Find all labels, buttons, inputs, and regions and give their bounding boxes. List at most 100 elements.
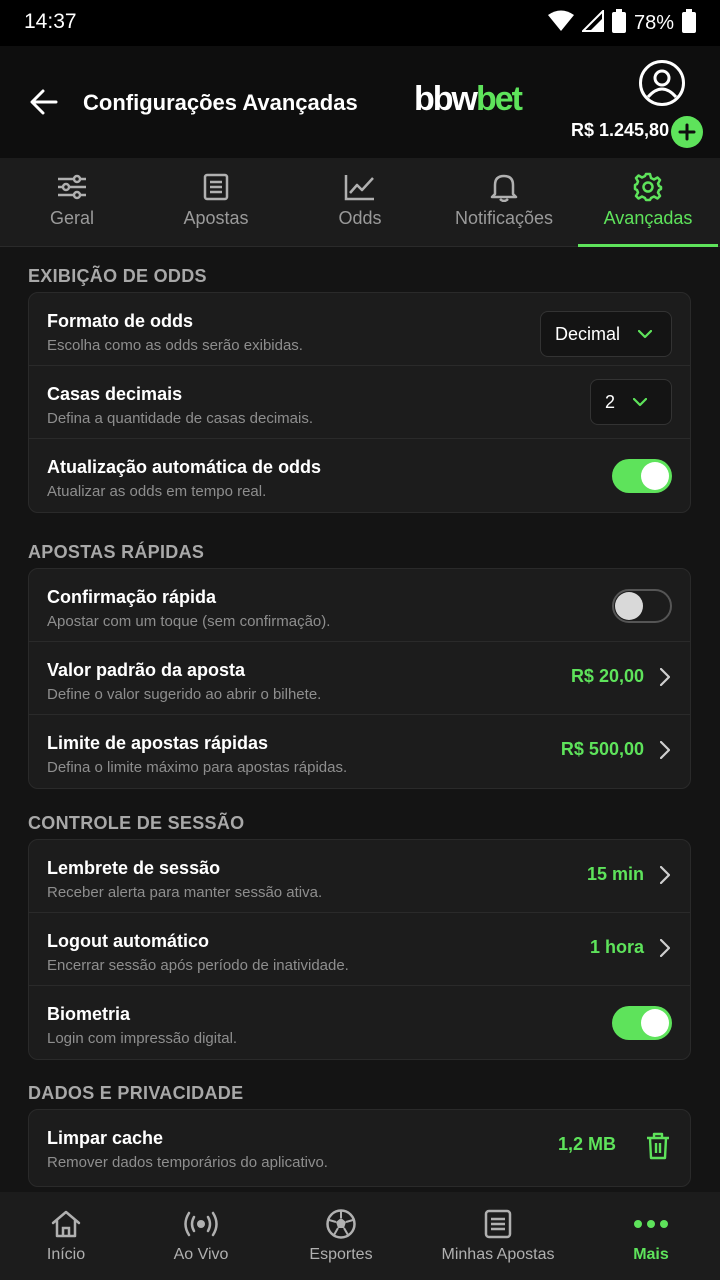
bottom-navigation: Início Ao Vivo Esportes Minhas Apostas M… — [0, 1192, 720, 1280]
arrow-left-icon — [30, 89, 58, 115]
sliders-icon — [57, 172, 87, 202]
section-title-odds: EXIBIÇÃO DE ODDS — [28, 266, 207, 286]
list-icon — [203, 172, 229, 202]
trash-icon[interactable] — [646, 1132, 670, 1165]
gear-icon — [633, 172, 663, 202]
soccer-ball-icon — [325, 1208, 357, 1240]
setting-description: Define o valor sugerido ao abrir o bilhe… — [47, 686, 322, 703]
chevron-right-icon — [659, 740, 671, 764]
signal-icon — [580, 8, 604, 37]
live-icon — [183, 1208, 219, 1240]
tab-odds[interactable]: Odds — [288, 158, 432, 246]
quick-confirm-toggle[interactable] — [612, 589, 672, 623]
bell-icon — [490, 172, 518, 202]
tab-label: Apostas — [183, 208, 249, 228]
nav-label: Mais — [633, 1246, 669, 1263]
nav-mais[interactable]: Mais — [606, 1192, 696, 1280]
setting-value: 1 hora — [589, 937, 644, 957]
setting-value: R$ 20,00 — [570, 666, 644, 686]
tab-label: Notificações — [454, 208, 554, 228]
toggle-knob — [615, 592, 643, 620]
setting-description: Defina a quantidade de casas decimais. — [47, 410, 314, 427]
section-title-privacy: DADOS E PRIVACIDADE — [28, 1083, 244, 1103]
tab-label: Avançadas — [603, 208, 693, 228]
setting-description: Atualizar as odds em tempo real. — [47, 483, 267, 500]
session-card: Lembrete de sessão Receber alerta para m… — [28, 839, 691, 1060]
tab-geral[interactable]: Geral — [0, 158, 144, 246]
nav-minhas-apostas[interactable]: Minhas Apostas — [436, 1192, 560, 1280]
tab-avancadas[interactable]: Avançadas — [576, 158, 720, 247]
cache-size: 1,2 MB — [557, 1134, 616, 1154]
setting-description: Apostar com um toque (sem confirmação). — [47, 613, 331, 630]
section-title-session: CONTROLE DE SESSÃO — [28, 813, 245, 833]
biometrics-toggle[interactable] — [612, 1006, 672, 1040]
toggle-knob — [641, 1009, 669, 1037]
battery-icon — [611, 8, 626, 38]
chevron-down-icon — [620, 329, 666, 339]
setting-odds-format: Formato de odds Escolha como as odds ser… — [29, 293, 690, 366]
add-funds-button[interactable] — [671, 116, 703, 148]
chevron-right-icon — [659, 865, 671, 889]
plus-icon — [678, 123, 696, 141]
select-value: 2 — [605, 391, 616, 412]
setting-value: R$ 500,00 — [560, 739, 644, 759]
settings-tabs: Geral Apostas Odds Notificações Avançada… — [0, 158, 720, 247]
nav-label: Esportes — [309, 1246, 373, 1263]
odds-format-select[interactable]: Decimal — [540, 311, 672, 357]
quick-bets-card: Confirmação rápida Apostar com um toque … — [28, 568, 691, 789]
battery-icon — [682, 8, 696, 38]
setting-label: Limpar cache — [47, 1128, 164, 1148]
setting-biometrics: Biometria Login com impressão digital. — [29, 986, 690, 1059]
select-value: Decimal — [555, 323, 621, 344]
brand-logo: bbwbet — [414, 80, 523, 118]
nav-label: Ao Vivo — [173, 1246, 229, 1263]
setting-description: Escolha como as odds serão exibidas. — [47, 337, 303, 354]
page-title: Configurações Avançadas — [83, 90, 358, 115]
tab-notificacoes[interactable]: Notificações — [432, 158, 576, 246]
setting-label: Casas decimais — [47, 384, 183, 404]
nav-label: Início — [46, 1246, 86, 1263]
nav-esportes[interactable]: Esportes — [296, 1192, 386, 1280]
chevron-down-icon — [615, 397, 661, 407]
setting-label: Formato de odds — [47, 311, 194, 331]
tab-apostas[interactable]: Apostas — [144, 158, 288, 246]
status-icons: 78% — [547, 8, 696, 38]
setting-quick-confirm: Confirmação rápida Apostar com um toque … — [29, 569, 690, 642]
setting-session-reminder[interactable]: Lembrete de sessão Receber alerta para m… — [29, 840, 690, 913]
back-button[interactable] — [26, 84, 62, 120]
section-title-quick-bets: APOSTAS RÁPIDAS — [28, 542, 205, 562]
setting-auto-logout[interactable]: Logout automático Encerrar sessão após p… — [29, 913, 690, 986]
setting-label: Logout automático — [47, 931, 209, 951]
settings-content: EXIBIÇÃO DE ODDS Formato de odds Escolha… — [0, 247, 720, 1192]
chart-icon — [344, 172, 376, 202]
setting-quick-bet-limit[interactable]: Limite de apostas rápidas Defina o limit… — [29, 715, 690, 788]
status-bar: 14:37 78% — [0, 0, 720, 46]
setting-label: Atualização automática de odds — [47, 457, 322, 477]
setting-description: Remover dados temporários do aplicativo. — [47, 1154, 328, 1171]
setting-description: Receber alerta para manter sessão ativa. — [47, 884, 323, 901]
setting-clear-cache: Limpar cache Remover dados temporários d… — [29, 1110, 690, 1186]
tab-label: Geral — [49, 208, 94, 228]
wifi-icon — [547, 10, 574, 37]
decimal-places-select[interactable]: 2 — [590, 379, 672, 425]
nav-ao-vivo[interactable]: Ao Vivo — [158, 1192, 244, 1280]
battery-percent: 78% — [633, 11, 674, 34]
privacy-card: Limpar cache Remover dados temporários d… — [28, 1109, 691, 1187]
chevron-right-icon — [659, 938, 671, 962]
setting-default-stake[interactable]: Valor padrão da aposta Define o valor su… — [29, 642, 690, 715]
setting-description: Defina o limite máximo para apostas rápi… — [47, 759, 348, 776]
setting-label: Lembrete de sessão — [47, 858, 221, 878]
ticket-icon — [484, 1208, 512, 1240]
nav-label: Minhas Apostas — [441, 1246, 555, 1263]
setting-label: Limite de apostas rápidas — [47, 733, 269, 753]
odds-settings-card: Formato de odds Escolha como as odds ser… — [28, 292, 691, 513]
auto-update-toggle[interactable] — [612, 459, 672, 493]
tab-label: Odds — [338, 208, 382, 228]
chevron-right-icon — [659, 667, 671, 691]
profile-button[interactable] — [639, 60, 685, 106]
setting-label: Confirmação rápida — [47, 587, 217, 607]
setting-label: Biometria — [47, 1004, 131, 1024]
nav-inicio[interactable]: Início — [22, 1192, 110, 1280]
setting-description: Login com impressão digital. — [47, 1030, 238, 1047]
setting-decimal-places: Casas decimais Defina a quantidade de ca… — [29, 366, 690, 439]
